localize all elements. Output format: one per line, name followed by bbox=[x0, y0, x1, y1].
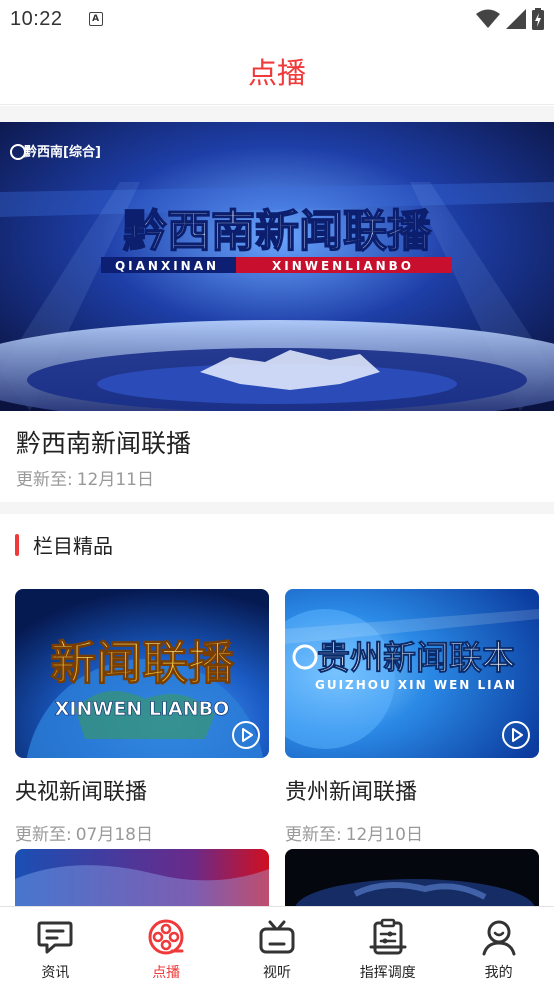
page-title: 点播 bbox=[247, 56, 306, 90]
banner-title-text: 黔西南新闻联播 bbox=[123, 206, 432, 257]
featured-update-prefix: 更新至: bbox=[16, 470, 73, 490]
nav-item-vod[interactable]: 点播 bbox=[111, 907, 222, 984]
featured-thumbnail: 黔西南[综合] 黔西南新闻联播 QIANXINAN XINWENLIANBO bbox=[0, 122, 554, 411]
divider bbox=[0, 502, 554, 514]
program-update: 更新至: 12月10日 bbox=[285, 820, 539, 845]
program-update-date: 07月18日 bbox=[75, 825, 153, 845]
nav-label: 视听 bbox=[262, 965, 291, 981]
program-thumbnail: 贵州新闻联本 GUIZHOU XIN WEN LIAN bbox=[285, 589, 539, 758]
program-thumbnail-partial[interactable] bbox=[285, 849, 539, 909]
status-bar: 10:22 A bbox=[0, 0, 554, 38]
program-title: 央视新闻联播 bbox=[15, 780, 148, 805]
thumb-sub-text: GUIZHOU XIN WEN LIAN bbox=[315, 678, 517, 692]
banner-logo-text: 黔西南[综合] bbox=[24, 144, 101, 160]
chat-icon bbox=[37, 921, 73, 954]
app-header: 点播 bbox=[0, 38, 554, 105]
program-update: 更新至: 07月18日 bbox=[15, 820, 269, 845]
program-thumbnail: 新闻联播 XINWEN LIANBO bbox=[15, 589, 269, 758]
thumb-sub-text: XINWEN LIANBO bbox=[55, 698, 230, 720]
nav-label: 我的 bbox=[484, 965, 513, 981]
signal-icon bbox=[506, 9, 526, 29]
user-icon bbox=[482, 920, 516, 956]
section-accent-bar bbox=[15, 533, 19, 556]
section-title: 栏目精品 bbox=[33, 534, 113, 558]
program-thumbnail-partial[interactable] bbox=[15, 849, 269, 909]
status-icons bbox=[476, 8, 544, 30]
banner-subtitle-a: QIANXINAN bbox=[115, 259, 219, 273]
featured-update-date: 12月11日 bbox=[76, 470, 154, 490]
nav-item-dispatch[interactable]: 指挥调度 bbox=[332, 907, 443, 984]
thumb-title-text: 新闻联播 bbox=[50, 636, 235, 690]
nav-item-av[interactable]: 视听 bbox=[222, 907, 333, 984]
battery-icon bbox=[532, 8, 544, 30]
featured-title[interactable]: 黔西南新闻联播 bbox=[16, 424, 191, 460]
featured-update: 更新至: 12月11日 bbox=[16, 465, 154, 490]
play-icon[interactable] bbox=[231, 720, 261, 750]
film-reel-icon bbox=[148, 919, 184, 955]
nav-label: 指挥调度 bbox=[359, 965, 416, 981]
banner-subtitle-b: XINWENLIANBO bbox=[272, 259, 414, 273]
bottom-nav: 资讯 点播 视听 指挥调度 我的 bbox=[0, 906, 554, 984]
divider bbox=[0, 106, 554, 122]
nav-label: 点播 bbox=[152, 965, 181, 981]
program-update-date: 12月10日 bbox=[345, 825, 423, 845]
program-update-prefix: 更新至: bbox=[15, 825, 72, 845]
wifi-icon bbox=[476, 9, 500, 28]
dispatch-clipboard-icon bbox=[369, 918, 407, 955]
program-card[interactable]: 新闻联播 XINWEN LIANBO 央视新闻联播 更新至: 07月18日 bbox=[15, 589, 269, 845]
status-time: 10:22 bbox=[10, 7, 63, 30]
nav-item-me[interactable]: 我的 bbox=[443, 907, 554, 984]
nav-item-news[interactable]: 资讯 bbox=[0, 907, 111, 984]
section-header: 栏目精品 bbox=[15, 530, 113, 559]
play-icon[interactable] bbox=[501, 720, 531, 750]
program-update-prefix: 更新至: bbox=[285, 825, 342, 845]
program-card[interactable]: 贵州新闻联本 GUIZHOU XIN WEN LIAN 贵州新闻联播 更新至: … bbox=[285, 589, 539, 845]
screen: 10:22 A 点播 黔西南[综合] 黔西南新闻联播 QIANXINAN XIN… bbox=[0, 0, 554, 984]
nav-label: 资讯 bbox=[41, 965, 70, 981]
thumb-title-text: 贵州新闻联本 bbox=[317, 638, 515, 677]
notification-a-icon: A bbox=[88, 12, 103, 26]
featured-banner[interactable]: 黔西南[综合] 黔西南新闻联播 QIANXINAN XINWENLIANBO bbox=[0, 122, 554, 411]
tv-icon bbox=[259, 920, 295, 954]
program-title: 贵州新闻联播 bbox=[285, 780, 418, 805]
